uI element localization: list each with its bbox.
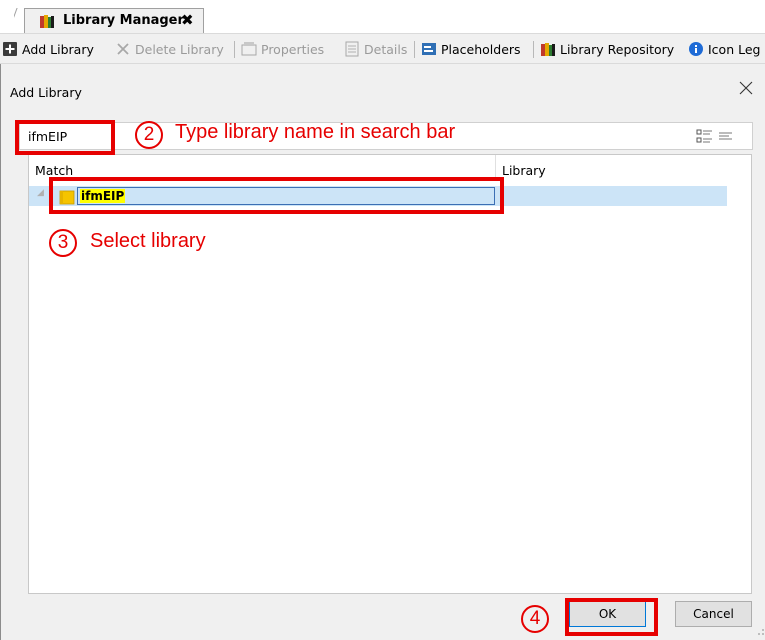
library-toolbar: Add Library Delete Library Properties De… (0, 33, 765, 64)
close-icon[interactable] (737, 79, 755, 97)
tree-expander-icon[interactable]: ◢ (37, 188, 47, 198)
delete-library-label: Delete Library (135, 41, 224, 57)
properties-label: Properties (261, 41, 325, 57)
list-view-icon[interactable] (717, 128, 735, 146)
annotation-text-step-3: Select library (90, 230, 206, 252)
resize-grip-icon[interactable] (753, 624, 765, 636)
cancel-button[interactable]: Cancel (675, 601, 752, 627)
library-books-icon (541, 43, 555, 56)
annotation-step-2: 2 (135, 121, 163, 149)
dialog-title: Add Library (10, 85, 82, 100)
add-library-button[interactable]: Add Library (2, 40, 94, 58)
column-header-library[interactable]: Library (502, 163, 546, 178)
icon-legend-label: Icon Leg (708, 41, 761, 57)
annotation-box-library (49, 177, 504, 214)
tab-library-manager[interactable]: Library Manager ✖ (24, 8, 204, 33)
delete-library-button[interactable]: Delete Library (115, 40, 224, 58)
toolbar-separator (414, 41, 415, 58)
toolbar-separator (533, 41, 534, 58)
category-view-icon[interactable] (696, 128, 714, 146)
details-label: Details (364, 41, 408, 57)
info-icon (689, 42, 703, 56)
placeholders-label: Placeholders (441, 41, 521, 57)
add-library-label: Add Library (22, 41, 94, 57)
tab-title: Library Manager (63, 13, 184, 28)
library-books-icon (39, 13, 55, 29)
placeholders-icon (422, 43, 436, 55)
close-icon[interactable]: ✖ (181, 11, 194, 29)
add-icon (3, 42, 17, 56)
delete-x-icon (117, 43, 129, 55)
annotation-step-3: 3 (49, 229, 77, 257)
placeholders-button[interactable]: Placeholders (421, 40, 521, 58)
details-icon (345, 41, 359, 57)
document-tab-strip: Library Manager ✖ (0, 0, 765, 33)
annotation-step-4: 4 (521, 605, 549, 633)
library-repository-label: Library Repository (560, 41, 675, 57)
annotation-box-ok (565, 598, 658, 636)
icon-legend-button[interactable]: Icon Leg (688, 40, 760, 58)
details-button[interactable]: Details (344, 40, 407, 58)
properties-button[interactable]: Properties (241, 40, 324, 58)
annotation-box-search (15, 120, 115, 155)
properties-icon (241, 42, 257, 56)
column-header-match[interactable]: Match (35, 163, 73, 178)
library-results-list: Match Library ◢ ifmEIP (28, 154, 752, 594)
library-repository-button[interactable]: Library Repository (540, 40, 674, 58)
annotation-text-step-2: Type library name in search bar (175, 121, 456, 143)
toolbar-separator (234, 41, 235, 58)
